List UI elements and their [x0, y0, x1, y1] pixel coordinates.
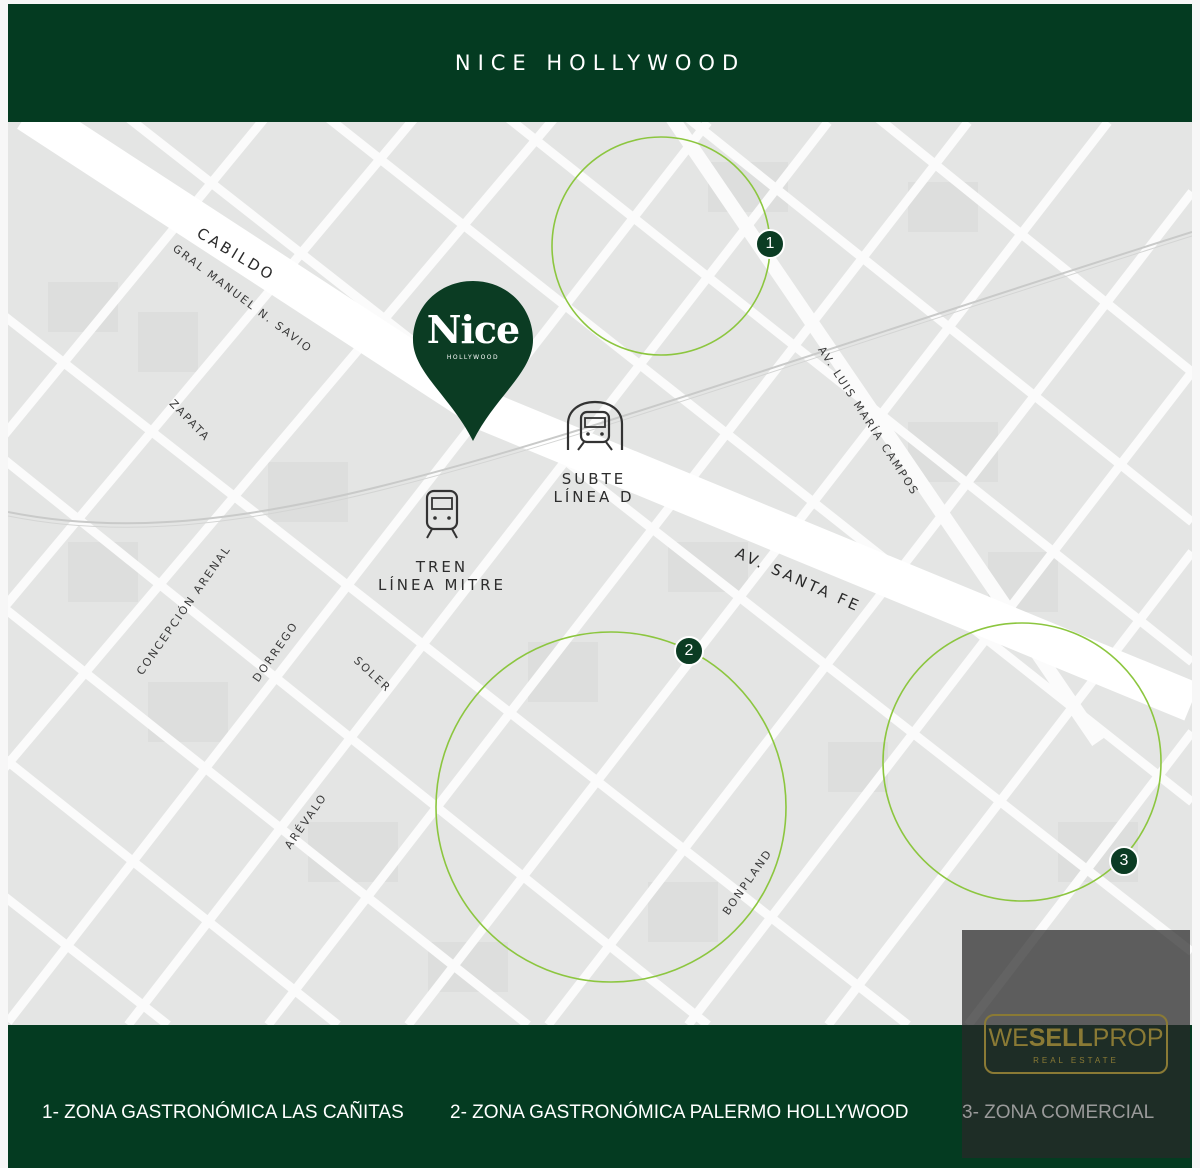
subway-icon — [564, 398, 626, 454]
tren-label-line1: TREN — [415, 558, 469, 576]
pin-brand-name: Nice — [426, 307, 520, 352]
map-area[interactable]: CABILDO GRAL MANUEL N. SAVIO ZAPATA AV. … — [8, 122, 1192, 1025]
subte-label-line1: SUBTE — [561, 470, 627, 488]
tren-label: TREN LÍNEA MITRE — [372, 558, 512, 594]
pin-brand-sub: HOLLYWOOD — [446, 354, 500, 361]
watermark-logo: WESELLPROP REAL ESTATE — [984, 1014, 1168, 1074]
page-title: NICE HOLLYWOOD — [454, 51, 746, 75]
page-frame: NICE HOLLYWOOD CABILDO GRAL MANUEL N. SA… — [0, 0, 1200, 1168]
zone-marker-2[interactable]: 2 — [674, 636, 704, 666]
subte-label: SUBTE LÍNEA D — [544, 470, 644, 506]
nice-location-pin[interactable]: Nice HOLLYWOOD — [411, 277, 535, 445]
zone-marker-1[interactable]: 1 — [755, 229, 785, 259]
zone-marker-3[interactable]: 3 — [1109, 846, 1139, 876]
legend-item-3: 3- ZONA COMERCIAL — [962, 1102, 1155, 1123]
legend-item-1: 1- ZONA GASTRONÓMICA LAS CAÑITAS — [42, 1102, 404, 1123]
legend-item-2: 2- ZONA GASTRONÓMICA PALERMO HOLLYWOOD — [450, 1102, 909, 1123]
watermark-brand: WESELLPROP — [988, 1024, 1164, 1052]
tren-label-line2: LÍNEA MITRE — [378, 576, 506, 594]
train-icon — [422, 488, 462, 540]
subte-label-line2: LÍNEA D — [553, 488, 635, 506]
header-bar: NICE HOLLYWOOD — [8, 4, 1192, 122]
watermark-sub: REAL ESTATE — [1033, 1056, 1119, 1065]
map-pin-icon — [413, 281, 533, 441]
wesellprop-watermark: WESELLPROP REAL ESTATE 3- ZONA COMERCIAL — [962, 930, 1190, 1158]
